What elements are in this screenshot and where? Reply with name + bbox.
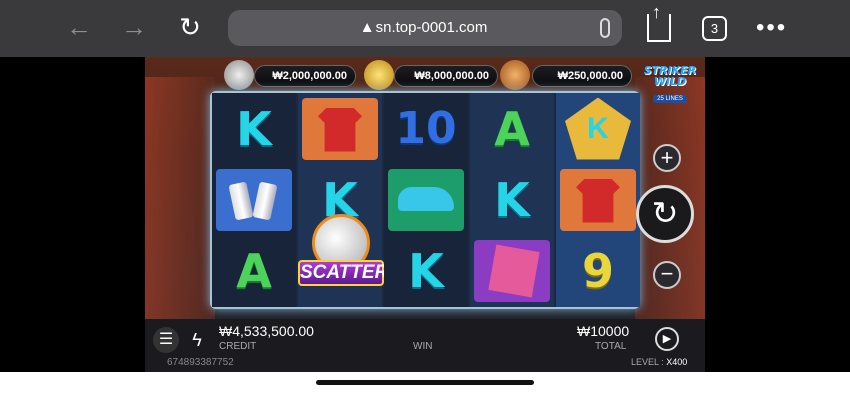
level-label: LEVEL : [631, 357, 664, 367]
reel-4: A K [470, 93, 554, 307]
football-boot-icon [388, 168, 464, 231]
symbol-k: K [587, 111, 609, 145]
warning-icon [362, 23, 372, 32]
total-bet-value: ₩10000 [577, 323, 630, 339]
reel-grid: K A K SCATTER 10 K A K K 9 [210, 91, 640, 309]
url-text: sn.top-0001.com [375, 19, 488, 36]
game-status-bar: ☰ ϟ ₩4,533,500.00 CREDIT WIN ₩10000 TOTA… [145, 319, 705, 372]
reel-cell: K [470, 164, 554, 235]
gold-medal-icon [364, 60, 394, 90]
share-icon[interactable] [647, 2, 671, 42]
reel-cell: K [556, 93, 640, 164]
symbol-k: K [236, 101, 272, 156]
reel-5: K 9 [556, 93, 640, 307]
reel-cell [556, 164, 640, 235]
logo-subtitle: 25 LINES [653, 95, 687, 103]
jackpot-bar: ₩2,000,000.00 ₩8,000,000.00 ₩250,000.00 [220, 60, 640, 91]
spin-button[interactable]: ↻ [636, 185, 694, 243]
back-arrow-icon[interactable]: ← [64, 12, 94, 42]
reel-3: 10 K [384, 93, 468, 307]
reel-cell: 10 [384, 93, 468, 164]
symbol-k: K [408, 243, 444, 298]
jackpot-gold-value: ₩8,000,000.00 [394, 65, 498, 87]
game-logo: STRIKER WILD 25 LINES [637, 65, 703, 105]
symbol-a: A [494, 101, 530, 156]
bet-decrease-button[interactable]: − [653, 261, 681, 289]
reel-cell: A [212, 235, 296, 306]
logo-title-line2: WILD [653, 75, 687, 88]
scatter-label: SCATTER [298, 259, 388, 286]
home-indicator[interactable] [316, 380, 534, 385]
reel-cell: K [212, 93, 296, 164]
reel-1: K A [212, 93, 296, 307]
turbo-lightning-icon[interactable]: ϟ [187, 327, 207, 353]
reel-cell [212, 164, 296, 235]
silver-medal-icon [224, 60, 254, 90]
round-id: 674893387752 [167, 357, 234, 368]
more-menu-icon[interactable]: ••• [756, 14, 787, 42]
win-label: WIN [413, 341, 433, 352]
tab-count-button[interactable]: 3 [702, 16, 727, 41]
level-indicator: LEVEL : X400 [631, 357, 687, 367]
k-shield-icon: K [565, 97, 631, 160]
level-value: X400 [666, 357, 688, 367]
credit-value: ₩4,533,500.00 [219, 323, 314, 339]
symbol-10: 10 [395, 103, 457, 154]
address-bar[interactable]: sn.top-0001.com [228, 10, 622, 46]
locker-room-left-decor [145, 77, 215, 327]
reel-cell [470, 235, 554, 306]
scatter-symbol: SCATTER [298, 213, 388, 304]
symbol-9: 9 [581, 243, 614, 298]
red-jersey-medal-icon [302, 97, 378, 160]
microphone-icon[interactable] [600, 18, 610, 38]
reel-cell [384, 164, 468, 235]
reel-cell: A [470, 93, 554, 164]
jackpot-silver-value: ₩2,000,000.00 [254, 65, 356, 87]
symbol-a: A [236, 243, 272, 298]
slot-game-canvas: ₩2,000,000.00 ₩8,000,000.00 ₩250,000.00 … [145, 57, 705, 372]
symbol-k: K [494, 172, 530, 227]
newspaper-magnifier-icon [474, 239, 550, 302]
reel-2: K SCATTER [298, 93, 388, 307]
total-label: TOTAL [595, 341, 627, 352]
red-jersey-medal-icon [560, 168, 636, 231]
menu-icon[interactable]: ☰ [153, 327, 179, 353]
forward-arrow-icon[interactable]: → [119, 12, 149, 42]
bronze-medal-icon [500, 60, 530, 90]
energy-drink-cans-icon [216, 168, 292, 231]
reel-cell [298, 93, 382, 164]
reel-cell: 9 [556, 235, 640, 306]
reload-icon[interactable]: ↻ [175, 12, 205, 42]
jackpot-bronze-value: ₩250,000.00 [532, 65, 632, 87]
reel-cell: SCATTER [298, 213, 388, 294]
credit-label: CREDIT [219, 341, 257, 352]
reel-cell: K [384, 235, 468, 306]
bet-increase-button[interactable]: + [653, 144, 681, 172]
browser-toolbar: ← → ↻ sn.top-0001.com 3 ••• [0, 0, 850, 57]
autoplay-icon[interactable]: ▶ [655, 327, 679, 351]
